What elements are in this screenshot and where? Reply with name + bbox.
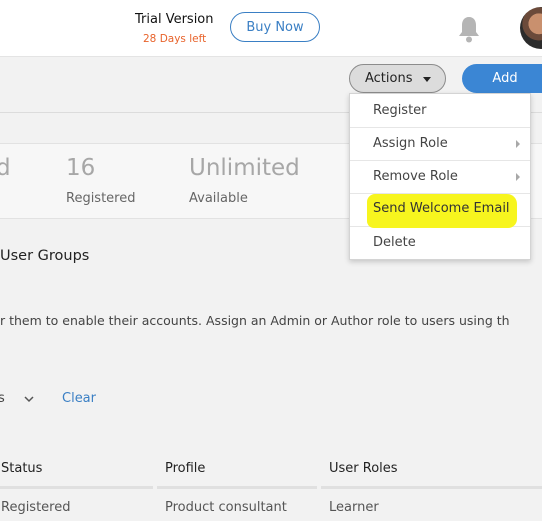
caret-down-icon [423, 77, 431, 82]
actions-menu: Register Assign Role Remove Role Delete [349, 93, 531, 260]
menu-item-assign-role[interactable]: Assign Role [350, 127, 530, 160]
chevron-right-icon [516, 173, 520, 181]
menu-item-label: Register [373, 103, 427, 118]
top-bar: Trial Version 28 Days left Buy Now [0, 0, 542, 57]
menu-item-label: Delete [373, 235, 416, 250]
clear-filter-link[interactable]: Clear [62, 391, 96, 406]
trial-days-left: 28 Days left [143, 33, 207, 45]
cell-profile: Product consultant [165, 500, 287, 515]
trial-version-label: Trial Version [135, 12, 214, 27]
cell-status: Registered [1, 500, 71, 515]
menu-item-register[interactable]: Register [350, 94, 530, 127]
stat-registered-value: 16 [66, 155, 96, 181]
user-avatar[interactable] [520, 7, 542, 49]
cell-user-roles: Learner [329, 500, 379, 515]
add-button[interactable]: Add [462, 64, 542, 93]
menu-item-remove-role[interactable]: Remove Role [350, 160, 530, 193]
column-divider [321, 486, 542, 489]
stat-registered-label: Registered [66, 191, 136, 206]
section-title: User Groups [0, 248, 90, 264]
actions-dropdown-button[interactable]: Actions [349, 64, 446, 93]
column-header-user-roles[interactable]: User Roles [329, 461, 398, 476]
menu-item-label: Send Welcome Email [373, 201, 510, 216]
bell-icon[interactable] [457, 15, 481, 43]
actions-label: Actions [365, 71, 413, 86]
stat-available-label: Available [189, 191, 248, 206]
column-divider [0, 486, 153, 489]
menu-item-send-welcome-email[interactable]: Send Welcome Email [350, 192, 530, 225]
stat-partial-value: d [0, 155, 11, 181]
stat-available-value: Unlimited [189, 155, 300, 181]
menu-item-delete[interactable]: Delete [350, 226, 530, 259]
menu-item-label: Remove Role [373, 169, 458, 184]
column-header-status[interactable]: Status [1, 461, 42, 476]
filter-partial-text: s [0, 391, 5, 406]
section-description: r them to enable their accounts. Assign … [0, 313, 510, 328]
column-divider [157, 486, 317, 489]
menu-item-label: Assign Role [373, 136, 448, 151]
chevron-right-icon [516, 140, 520, 148]
buy-now-button[interactable]: Buy Now [230, 12, 320, 42]
chevron-down-icon[interactable] [23, 393, 35, 405]
column-header-profile[interactable]: Profile [165, 461, 205, 476]
